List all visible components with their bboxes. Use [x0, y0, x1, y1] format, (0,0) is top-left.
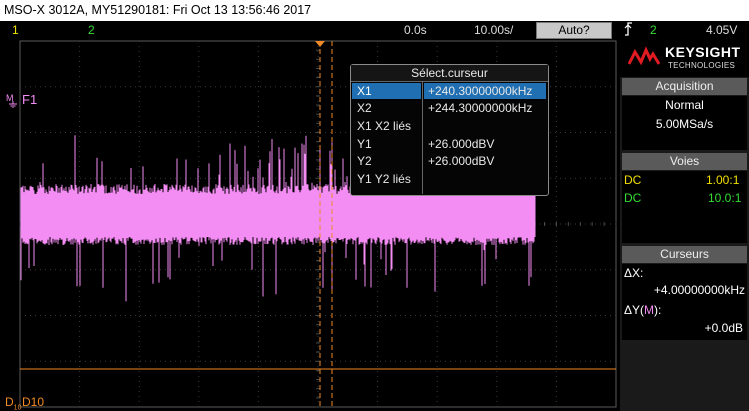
- channel-1-indicator[interactable]: 1: [12, 21, 19, 39]
- trigger-mode-button[interactable]: Auto?: [536, 22, 612, 39]
- status-bar: 1 2 0.0s 10.00s/ Auto? 2 4.05V: [0, 21, 749, 39]
- trigger-channel: 2: [650, 23, 657, 37]
- digital-channel-prefix: D10: [5, 395, 22, 411]
- brand-name: KEYSIGHT: [665, 44, 741, 60]
- cursor-row-y1[interactable]: Y1 +26.000dBV: [351, 136, 548, 152]
- acquisition-header[interactable]: Acquisition: [622, 78, 747, 95]
- sample-rate: 5.00MSa/s: [655, 117, 714, 131]
- cursors-header[interactable]: Curseurs: [622, 246, 747, 263]
- channels-panel[interactable]: DC 1.00:1 DC 10.0:1: [622, 171, 747, 243]
- acquisition-mode: Normal: [665, 98, 704, 112]
- svg-text:M: M: [6, 93, 14, 103]
- cursor-row-x1x2-linked[interactable]: X1 X2 liés: [351, 118, 548, 134]
- delta-x-value: +4.00000000kHz: [653, 283, 745, 297]
- cursor-value: +240.30000000kHz: [428, 84, 533, 98]
- cursor-row-y1y2-linked[interactable]: Y1 Y2 liés: [351, 171, 548, 187]
- cursor-label: Y1: [357, 137, 372, 151]
- window-title: MSO-X 3012A, MY51290181: Fri Oct 13 13:5…: [4, 3, 312, 17]
- brand-subtitle: TECHNOLOGIES: [668, 61, 736, 70]
- delta-x-label: ΔX:: [624, 266, 644, 280]
- channels-header[interactable]: Voies: [622, 153, 747, 170]
- cursor-label: X1 X2 liés: [357, 119, 412, 133]
- time-per-div: 10.00s/: [474, 23, 514, 37]
- channel-2-coupling: DC: [624, 191, 642, 205]
- cursor-row-x2[interactable]: X2 +244.30000000kHz: [351, 100, 548, 116]
- channel-2-probe-ratio: 10.0:1: [708, 191, 742, 205]
- math-function-label: F1: [22, 92, 38, 107]
- math-ground-icon: M: [6, 92, 20, 113]
- cursor-label: Y2: [357, 154, 372, 168]
- cursor-value: +244.30000000kHz: [428, 101, 533, 115]
- keysight-logo-icon: [627, 46, 661, 75]
- cursors-panel[interactable]: ΔX: +4.00000000kHz ΔY(M): +0.0dB: [622, 264, 747, 340]
- trigger-position-marker: [315, 41, 325, 47]
- cursor-value: +26.000dBV: [428, 154, 495, 168]
- cursor-value: +26.000dBV: [428, 137, 495, 151]
- brand-logo: KEYSIGHT TECHNOLOGIES: [620, 39, 749, 77]
- cursor-label: X1: [357, 84, 372, 98]
- cursor-label: Y1 Y2 liés: [357, 172, 411, 186]
- time-delay: 0.0s: [404, 23, 427, 37]
- cursor-label: X2: [357, 101, 372, 115]
- cursor-select-dialog[interactable]: Sélect.curseur X1 +240.30000000kHz X2 +2…: [350, 64, 549, 196]
- channel-2-indicator[interactable]: 2: [88, 21, 95, 39]
- cursor-row-x1[interactable]: X1 +240.30000000kHz: [351, 83, 548, 99]
- channel-1-coupling: DC: [624, 173, 642, 187]
- title-bar: MSO-X 3012A, MY51290181: Fri Oct 13 13:5…: [0, 0, 749, 21]
- delta-y-value: +0.0dB: [704, 321, 743, 335]
- acquisition-panel[interactable]: Normal 5.00MSa/s: [622, 96, 747, 150]
- channel-1-probe-ratio: 1.00:1: [706, 173, 740, 187]
- digital-channel-label: D10: [22, 395, 45, 409]
- delta-y-label: ΔY(M):: [624, 303, 662, 317]
- cursor-row-y2[interactable]: Y2 +26.000dBV: [351, 153, 548, 169]
- trigger-level: 4.05V: [706, 23, 738, 37]
- cursor-dialog-title: Sélect.curseur: [351, 65, 548, 82]
